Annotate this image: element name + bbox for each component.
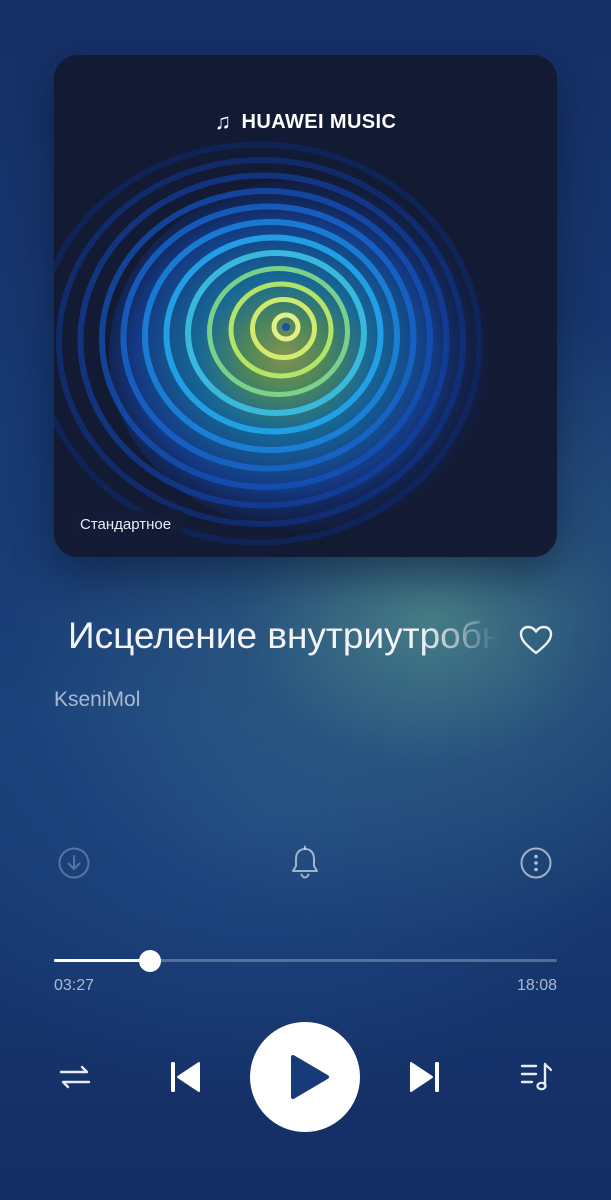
- bell-icon: [292, 845, 318, 879]
- progress-thumb[interactable]: [139, 950, 161, 972]
- music-note-icon: ♫: [214, 109, 232, 134]
- skip-next-icon: [410, 1062, 439, 1092]
- next-track-button[interactable]: [404, 1056, 446, 1098]
- play-icon: [291, 1055, 329, 1099]
- playlist-icon: [520, 1062, 553, 1091]
- brand-name: HUAWEI MUSIC: [241, 110, 397, 133]
- playlist-queue-button[interactable]: [515, 1056, 557, 1098]
- more-vertical-icon: [520, 847, 552, 879]
- download-button[interactable]: [54, 843, 94, 883]
- quality-badge: Стандартное: [68, 510, 184, 539]
- download-icon: [58, 847, 90, 879]
- set-ringtone-button[interactable]: [285, 843, 325, 883]
- previous-track-button[interactable]: [164, 1056, 206, 1098]
- more-options-button[interactable]: [516, 843, 556, 883]
- progress-fill: [54, 959, 150, 962]
- artist-name[interactable]: KseniMol: [54, 688, 140, 712]
- play-pause-button[interactable]: [250, 1022, 360, 1132]
- play-mode-button[interactable]: [54, 1056, 96, 1098]
- brand-logo: ♫ HUAWEI MUSIC: [54, 109, 557, 135]
- total-time: 18:08: [516, 977, 557, 994]
- repeat-shuffle-icon: [59, 1065, 91, 1089]
- album-art: ♫ HUAWEI MUSIC Стандартное: [54, 55, 557, 557]
- progress-slider[interactable]: [54, 950, 557, 972]
- skip-previous-icon: [171, 1062, 200, 1092]
- track-title: Исцеление внутриутробного: [68, 615, 498, 656]
- heart-icon: [519, 625, 553, 655]
- elapsed-time: 03:27: [54, 977, 95, 994]
- like-button[interactable]: [516, 622, 556, 658]
